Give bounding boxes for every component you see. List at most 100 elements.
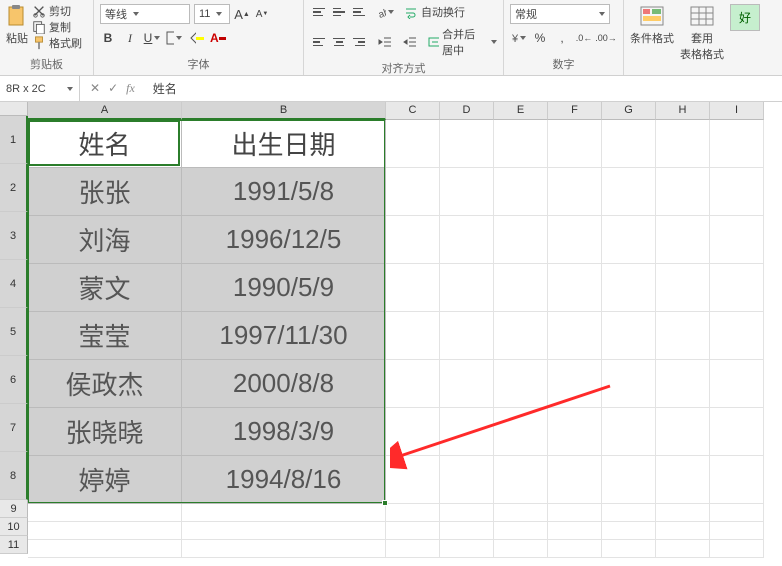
cell-E3[interactable] xyxy=(494,216,548,264)
cell-B8[interactable]: 1994/8/16 xyxy=(182,456,386,504)
cell-D11[interactable] xyxy=(440,540,494,558)
cell-D6[interactable] xyxy=(440,360,494,408)
cell-F9[interactable] xyxy=(548,504,602,522)
cell-G3[interactable] xyxy=(602,216,656,264)
cell-H5[interactable] xyxy=(656,312,710,360)
cell-C8[interactable] xyxy=(386,456,440,504)
row-header-1[interactable]: 1 xyxy=(0,116,28,164)
cell-H6[interactable] xyxy=(656,360,710,408)
fill-color-button[interactable] xyxy=(188,30,204,46)
worksheet-grid[interactable]: 1234567891011 ABCDEFGHI 姓名出生日期张张1991/5/8… xyxy=(0,102,782,554)
cell-F5[interactable] xyxy=(548,312,602,360)
cell-D8[interactable] xyxy=(440,456,494,504)
cell-G5[interactable] xyxy=(602,312,656,360)
row-header-8[interactable]: 8 xyxy=(0,452,28,500)
cell-B4[interactable]: 1990/5/9 xyxy=(182,264,386,312)
decrease-indent-button[interactable] xyxy=(378,34,393,50)
align-right-button[interactable] xyxy=(350,34,368,50)
number-format-select[interactable]: 常规 xyxy=(510,4,610,24)
cut-button[interactable]: 剪切 xyxy=(32,4,82,18)
cell-G4[interactable] xyxy=(602,264,656,312)
select-all-corner[interactable] xyxy=(0,102,28,116)
cell-H7[interactable] xyxy=(656,408,710,456)
row-header-10[interactable]: 10 xyxy=(0,518,28,536)
cell-H3[interactable] xyxy=(656,216,710,264)
bold-button[interactable]: B xyxy=(100,30,116,46)
paste-button[interactable]: 粘贴 xyxy=(6,4,28,46)
format-painter-button[interactable]: 格式刷 xyxy=(32,36,82,50)
align-middle-button[interactable] xyxy=(330,4,348,20)
cell-C10[interactable] xyxy=(386,522,440,540)
cell-C6[interactable] xyxy=(386,360,440,408)
cell-F1[interactable] xyxy=(548,120,602,168)
cell-H9[interactable] xyxy=(656,504,710,522)
cell-G6[interactable] xyxy=(602,360,656,408)
cell-I8[interactable] xyxy=(710,456,764,504)
cell-F4[interactable] xyxy=(548,264,602,312)
cell-E6[interactable] xyxy=(494,360,548,408)
cell-E1[interactable] xyxy=(494,120,548,168)
col-header-G[interactable]: G xyxy=(602,102,656,120)
col-header-F[interactable]: F xyxy=(548,102,602,120)
align-top-button[interactable] xyxy=(310,4,328,20)
cell-C1[interactable] xyxy=(386,120,440,168)
cell-D1[interactable] xyxy=(440,120,494,168)
row-header-9[interactable]: 9 xyxy=(0,500,28,518)
name-box[interactable]: 8R x 2C xyxy=(0,76,80,101)
font-size-select[interactable]: 11 xyxy=(194,4,230,24)
cell-B5[interactable]: 1997/11/30 xyxy=(182,312,386,360)
cell-E10[interactable] xyxy=(494,522,548,540)
cell-I7[interactable] xyxy=(710,408,764,456)
cell-I6[interactable] xyxy=(710,360,764,408)
cell-E11[interactable] xyxy=(494,540,548,558)
decrease-decimal-button[interactable]: .00→ xyxy=(598,30,614,46)
currency-button[interactable]: ¥ xyxy=(510,30,526,46)
col-header-C[interactable]: C xyxy=(386,102,440,120)
cell-E5[interactable] xyxy=(494,312,548,360)
font-name-select[interactable]: 等线 xyxy=(100,4,190,24)
border-button[interactable] xyxy=(166,30,182,46)
enter-icon[interactable]: ✓ xyxy=(108,81,118,96)
cell-G9[interactable] xyxy=(602,504,656,522)
increase-indent-button[interactable] xyxy=(403,34,418,50)
cell-G11[interactable] xyxy=(602,540,656,558)
row-header-3[interactable]: 3 xyxy=(0,212,28,260)
cell-H11[interactable] xyxy=(656,540,710,558)
cell-I2[interactable] xyxy=(710,168,764,216)
col-header-A[interactable]: A xyxy=(28,102,182,120)
col-header-B[interactable]: B xyxy=(182,102,386,120)
cell-A8[interactable]: 婷婷 xyxy=(28,456,182,504)
cell-F7[interactable] xyxy=(548,408,602,456)
cell-H1[interactable] xyxy=(656,120,710,168)
cell-G10[interactable] xyxy=(602,522,656,540)
cell-I4[interactable] xyxy=(710,264,764,312)
cell-C4[interactable] xyxy=(386,264,440,312)
cell-I11[interactable] xyxy=(710,540,764,558)
row-header-6[interactable]: 6 xyxy=(0,356,28,404)
cell-I10[interactable] xyxy=(710,522,764,540)
increase-font-button[interactable]: A▲ xyxy=(234,6,250,22)
cell-E4[interactable] xyxy=(494,264,548,312)
cell-I3[interactable] xyxy=(710,216,764,264)
fx-icon[interactable]: fx xyxy=(126,81,135,96)
col-header-H[interactable]: H xyxy=(656,102,710,120)
cell-F2[interactable] xyxy=(548,168,602,216)
cell-A3[interactable]: 刘海 xyxy=(28,216,182,264)
cell-B11[interactable] xyxy=(182,540,386,558)
cell-A9[interactable] xyxy=(28,504,182,522)
cell-A6[interactable]: 侯政杰 xyxy=(28,360,182,408)
font-color-button[interactable]: A xyxy=(210,30,226,46)
align-bottom-button[interactable] xyxy=(350,4,368,20)
cell-A4[interactable]: 蒙文 xyxy=(28,264,182,312)
cell-C7[interactable] xyxy=(386,408,440,456)
wrap-text-button[interactable]: 自动换行 xyxy=(404,4,465,20)
cell-D4[interactable] xyxy=(440,264,494,312)
cell-C2[interactable] xyxy=(386,168,440,216)
cell-C3[interactable] xyxy=(386,216,440,264)
conditional-format-button[interactable]: 条件格式 xyxy=(630,4,674,46)
comma-button[interactable]: , xyxy=(554,30,570,46)
row-header-2[interactable]: 2 xyxy=(0,164,28,212)
cell-E7[interactable] xyxy=(494,408,548,456)
cell-D2[interactable] xyxy=(440,168,494,216)
cell-C11[interactable] xyxy=(386,540,440,558)
